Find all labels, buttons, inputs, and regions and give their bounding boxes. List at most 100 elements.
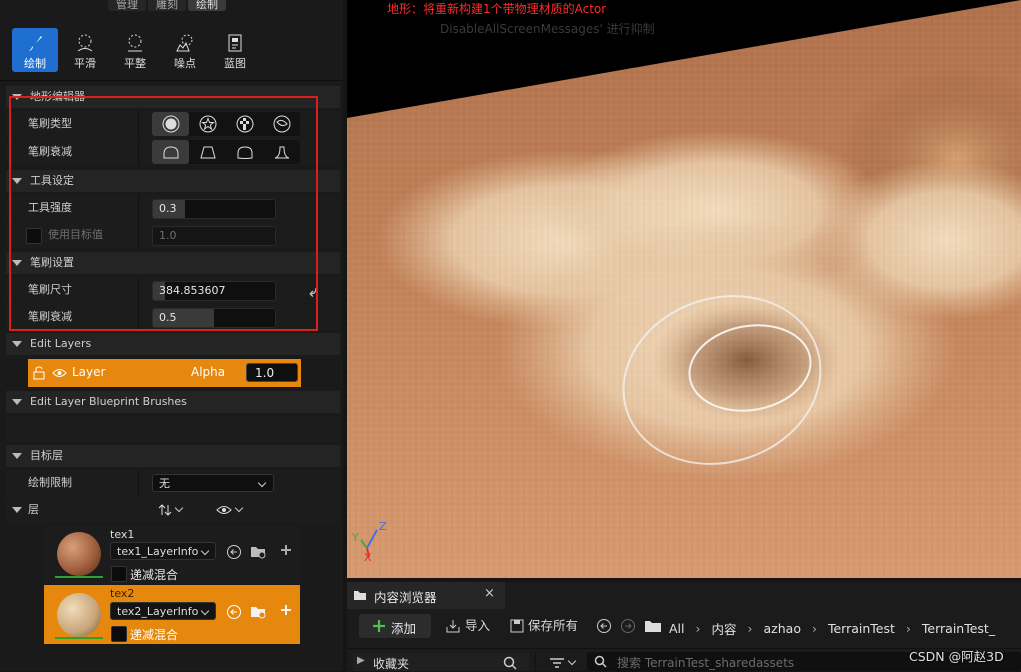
tool-blueprint[interactable]: 蓝图 (212, 28, 258, 72)
plus-icon[interactable] (280, 544, 292, 556)
watermark: CSDN @阿赵3D (909, 649, 1004, 664)
terrain-view (347, 0, 1021, 578)
navigate-arrow-icon[interactable] (226, 604, 242, 620)
collapse-triangle-icon[interactable] (12, 507, 22, 513)
alpha-label: Alpha (191, 365, 226, 379)
collapse-triangle-icon (12, 398, 22, 405)
flatten-icon (128, 34, 142, 52)
folder-search-icon[interactable] (250, 543, 268, 560)
chevron-down-icon (200, 546, 210, 556)
visibility-icon[interactable] (216, 505, 232, 515)
chevron-down-icon[interactable] (174, 503, 184, 513)
paint-restriction-row: 绘制限制 无 (6, 470, 340, 496)
search-icon[interactable] (503, 656, 517, 670)
breadcrumb-item[interactable]: 内容 (712, 619, 737, 638)
edit-layer-item[interactable]: Layer Alpha 1.0 (28, 359, 301, 387)
add-button[interactable]: 添加 (359, 614, 431, 638)
section-edit-layers[interactable]: Edit Layers (6, 333, 340, 355)
tab-sculpt[interactable]: 雕刻 (148, 0, 186, 11)
plus-icon (373, 620, 385, 632)
layer-thumbnail (55, 530, 103, 578)
close-icon[interactable]: × (484, 586, 495, 601)
tab-paint[interactable]: 绘制 (188, 0, 226, 11)
save-all-label: 保存所有 (527, 618, 578, 633)
layer-weight-bar (55, 637, 103, 639)
divider (535, 653, 536, 671)
search-icon (594, 655, 607, 668)
breadcrumb-item[interactable]: All (669, 621, 685, 636)
paintbrush-icon (28, 36, 42, 51)
axis-x-label: X (364, 551, 372, 564)
smooth-icon (77, 34, 93, 52)
chevron-right-icon: › (695, 620, 701, 636)
tool-blueprint-label: 蓝图 (224, 57, 246, 70)
folder-icon (645, 621, 661, 632)
layer-info-dropdown[interactable]: tex2_LayerInfo (110, 602, 216, 620)
favorites-label: 收藏夹 (373, 657, 410, 671)
blueprint-brushes-empty (6, 416, 340, 442)
layer-name: tex2 (110, 587, 135, 600)
chevron-right-icon: › (747, 620, 753, 636)
favorites-header[interactable]: ▶ 收藏夹 (353, 653, 529, 671)
alpha-input[interactable]: 1.0 (246, 363, 298, 382)
plus-icon[interactable] (280, 604, 292, 616)
section-title: Edit Layer Blueprint Brushes (30, 395, 187, 408)
chevron-right-icon: › (905, 620, 911, 636)
breadcrumb: All › 内容 › azhao › TerrainTest › Terrain… (669, 618, 995, 638)
search-placeholder: 搜索 TerrainTest_sharedassets (617, 656, 795, 670)
breadcrumb-item[interactable]: TerrainTest (828, 621, 895, 636)
layer-info-value: tex1_LayerInfo (117, 545, 199, 558)
blend-checkbox[interactable] (111, 626, 127, 642)
chevron-down-icon[interactable] (567, 656, 577, 666)
tool-smooth[interactable]: 平滑 (62, 28, 108, 72)
tool-flatten-label: 平整 (124, 57, 146, 70)
warning-message: 地形：将重新构建1个带物理材质的Actor (387, 2, 607, 16)
back-arrow-icon[interactable] (596, 618, 612, 634)
breadcrumb-item[interactable]: azhao (764, 621, 801, 636)
blend-checkbox[interactable] (111, 566, 127, 582)
sort-icon[interactable] (158, 503, 172, 517)
tool-paint-label: 绘制 (24, 57, 46, 70)
forward-arrow-icon[interactable] (620, 618, 636, 634)
paint-restriction-value: 无 (159, 477, 170, 490)
unlock-icon[interactable] (33, 366, 46, 380)
expand-arrow-icon: ▶ (357, 655, 365, 666)
save-all-button[interactable]: 保存所有 (510, 614, 578, 638)
import-label: 导入 (464, 618, 490, 633)
folder-icon (354, 591, 366, 600)
material-sphere (57, 532, 101, 576)
paint-restriction-label: 绘制限制 (28, 476, 72, 489)
tab-content-browser[interactable]: 内容浏览器 × (347, 582, 505, 609)
layer-item-tex1[interactable]: tex1 tex1_LayerInfo 递减混合 (44, 527, 300, 584)
chevron-down-icon (257, 478, 267, 488)
chevron-down-icon (200, 606, 210, 616)
section-title: 目标层 (30, 449, 63, 462)
collapse-triangle-icon (12, 452, 22, 459)
eye-icon[interactable] (52, 368, 67, 378)
paint-restriction-dropdown[interactable]: 无 (152, 474, 274, 492)
collapse-triangle-icon (12, 340, 22, 347)
import-button[interactable]: 导入 (445, 614, 490, 638)
layer-info-dropdown[interactable]: tex1_LayerInfo (110, 542, 216, 560)
layers-label: 层 (28, 503, 39, 516)
import-icon (446, 620, 460, 633)
layers-row: 层 (6, 497, 340, 523)
navigate-arrow-icon[interactable] (226, 544, 242, 560)
tool-flatten[interactable]: 平整 (112, 28, 158, 72)
tool-noise[interactable]: 噪点 (162, 28, 208, 72)
noise-icon (176, 34, 193, 52)
warning-message-secondary: DisableAllScreenMessages' 进行抑制 (440, 22, 655, 36)
layer-weight-bar (55, 576, 103, 578)
tab-title: 内容浏览器 (374, 590, 437, 605)
breadcrumb-item[interactable]: TerrainTest_ (922, 621, 995, 636)
chevron-down-icon[interactable] (234, 503, 244, 513)
section-target-layers[interactable]: 目标层 (6, 445, 340, 467)
level-viewport[interactable]: Z Y X 地形：将重新构建1个带物理材质的Actor DisableAllSc… (347, 0, 1021, 578)
folder-search-icon[interactable] (250, 603, 268, 620)
layer-info-value: tex2_LayerInfo (117, 605, 199, 618)
tool-paint[interactable]: 绘制 (12, 28, 58, 72)
filter-icon[interactable] (549, 657, 565, 669)
layer-item-tex2[interactable]: tex2 tex2_LayerInfo 递减混合 (44, 585, 300, 644)
section-edit-layer-blueprint-brushes[interactable]: Edit Layer Blueprint Brushes (6, 391, 340, 413)
tab-manage[interactable]: 管理 (108, 0, 146, 11)
